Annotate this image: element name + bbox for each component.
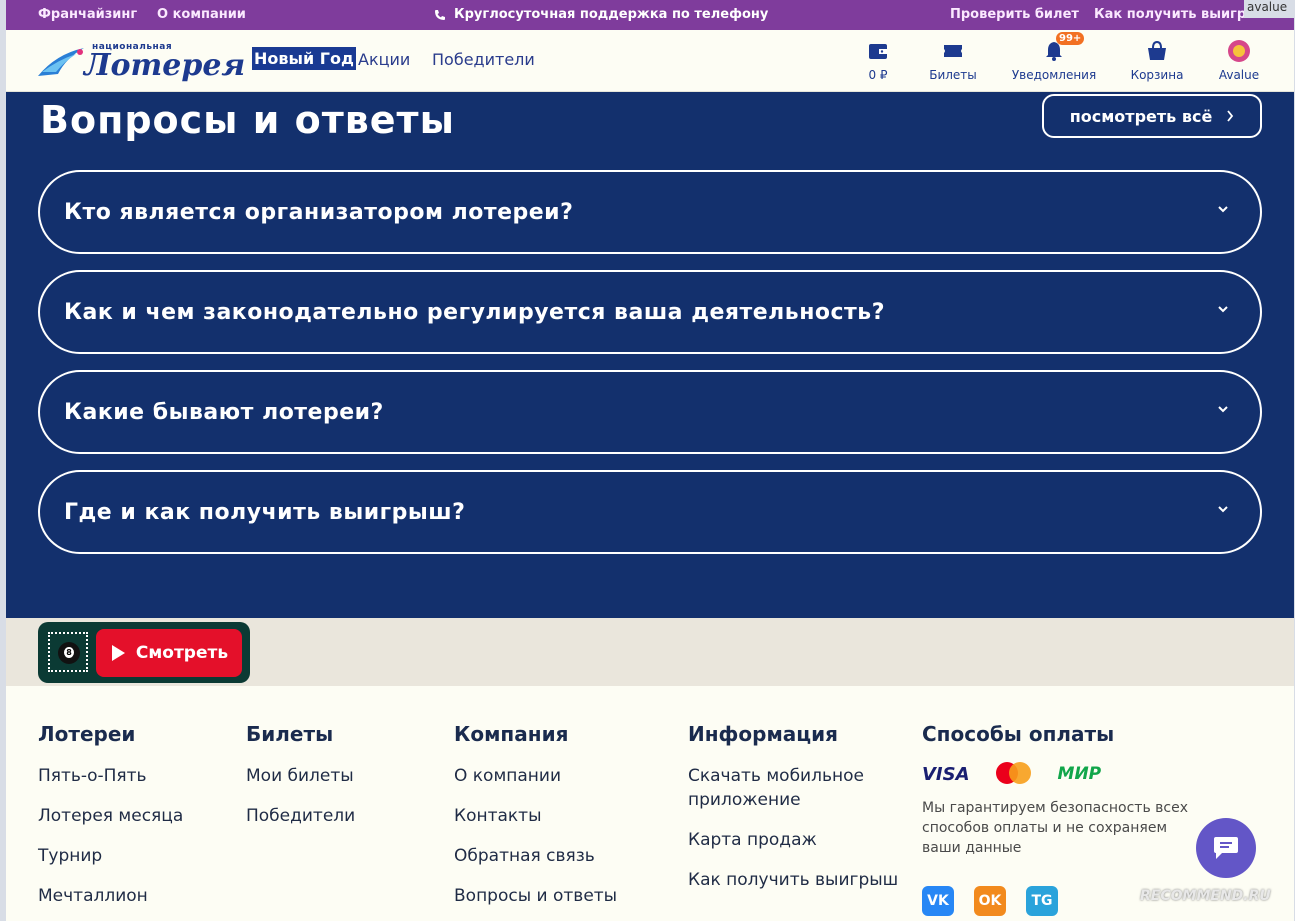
notifications-button[interactable]: 99+ Уведомления xyxy=(1009,32,1099,82)
watermark-recommend: RECOMMEND.RU xyxy=(1140,888,1271,904)
footer-heading: Лотереи xyxy=(38,722,136,746)
chat-button[interactable] xyxy=(1196,818,1256,878)
chat-icon xyxy=(1214,837,1238,859)
watch-label: Смотреть xyxy=(135,643,229,663)
chevron-right-icon xyxy=(1227,110,1234,122)
faq-question-4[interactable]: Где и как получить выигрыш? xyxy=(38,470,1262,554)
visa-icon: VISA xyxy=(922,763,970,785)
cart-label: Корзина xyxy=(1130,68,1184,82)
ball-stamp-icon xyxy=(48,632,88,672)
footer-link[interactable]: Победители xyxy=(246,804,355,828)
check-ticket-link[interactable]: Проверить билет xyxy=(950,7,1079,22)
notifications-label: Уведомления xyxy=(1011,68,1097,82)
nav-promotions[interactable]: Акции xyxy=(358,50,410,69)
page: Франчайзинг О компании Круглосуточная по… xyxy=(6,0,1294,921)
watch-button[interactable]: Смотреть xyxy=(96,629,242,677)
balance-label: 0 ₽ xyxy=(868,68,888,82)
nav-winners[interactable]: Победители xyxy=(432,50,535,69)
logo-text: Лотерея xyxy=(84,48,246,83)
comet-icon xyxy=(38,48,84,76)
faq-section: Вопросы и ответы посмотреть всё Кто явля… xyxy=(6,92,1294,618)
tickets-label: Билеты xyxy=(929,68,977,82)
tickets-button[interactable]: Билеты xyxy=(908,40,998,82)
footer-col-tickets: Билеты Мои билеты Победители xyxy=(246,722,355,844)
user-label: Avalue xyxy=(1218,68,1260,82)
nav-new-year[interactable]: Новый Год xyxy=(252,47,356,70)
top-bar: Франчайзинг О компании Круглосуточная по… xyxy=(6,0,1294,30)
avatar-icon xyxy=(1228,40,1250,62)
footer-heading: Компания xyxy=(454,722,569,746)
faq-question-1[interactable]: Кто является организатором лотереи? xyxy=(38,170,1262,254)
broadcast-strip: Смотреть xyxy=(6,618,1294,686)
footer-col-info: Информация Скачать мобильное приложение … xyxy=(688,722,898,908)
footer: Лотереи Пять-о-Пять Лотерея месяца Турни… xyxy=(6,686,1294,921)
wallet-icon xyxy=(869,44,887,59)
franchise-link[interactable]: Франчайзинг xyxy=(38,7,137,22)
logo[interactable]: национальная Лотерея xyxy=(36,38,245,84)
footer-col-company: Компания О компании Контакты Обратная св… xyxy=(454,722,617,921)
social-links: VK OK TG xyxy=(922,886,1058,916)
footer-link[interactable]: Пять-о-Пять xyxy=(38,764,183,788)
mir-icon: МИР xyxy=(1057,764,1102,784)
vk-icon[interactable]: VK xyxy=(922,886,954,916)
ticket-icon xyxy=(944,45,962,57)
chevron-down-icon xyxy=(1218,306,1228,313)
chevron-down-icon xyxy=(1218,406,1228,413)
chevron-down-icon xyxy=(1218,206,1228,213)
footer-link[interactable]: Контакты xyxy=(454,804,617,828)
faq-question-text: Кто является организатором лотереи? xyxy=(64,200,574,225)
notifications-badge: 99+ xyxy=(1056,32,1085,45)
support-phone-link[interactable]: Круглосуточная поддержка по телефону xyxy=(434,7,768,22)
basket-icon xyxy=(1148,40,1166,60)
footer-heading: Билеты xyxy=(246,722,334,746)
faq-question-text: Где и как получить выигрыш? xyxy=(64,500,466,525)
footer-heading: Способы оплаты xyxy=(922,722,1115,746)
faq-title: Вопросы и ответы xyxy=(40,98,455,142)
footer-link[interactable]: Скачать мобильное приложение xyxy=(688,764,888,812)
footer-link[interactable]: Турнир xyxy=(38,844,183,868)
watermark-avalue: avalue xyxy=(1244,0,1295,18)
cart-button[interactable]: Корзина xyxy=(1112,40,1202,82)
faq-question-2[interactable]: Как и чем законодательно регулируется ва… xyxy=(38,270,1262,354)
ok-icon[interactable]: OK xyxy=(974,886,1006,916)
view-all-label: посмотреть всё xyxy=(1069,106,1213,126)
footer-link[interactable]: Как получить выигрыш xyxy=(688,868,898,892)
footer-col-lotteries: Лотереи Пять-о-Пять Лотерея месяца Турни… xyxy=(38,722,183,921)
payment-icons: VISA МИР xyxy=(922,762,1192,786)
faq-question-text: Какие бывают лотереи? xyxy=(64,400,384,425)
footer-link[interactable]: Мечталлион xyxy=(38,884,183,908)
footer-link[interactable]: Лотерея месяца xyxy=(38,804,183,828)
profile-button[interactable]: Avalue xyxy=(1194,40,1284,82)
header: национальная Лотерея Новый Год Акции Поб… xyxy=(6,30,1294,92)
faq-question-text: Как и чем законодательно регулируется ва… xyxy=(64,300,885,325)
footer-heading: Информация xyxy=(688,722,838,746)
footer-link[interactable]: Обратная связь xyxy=(454,844,617,868)
payment-note: Мы гарантируем безопасность всех способо… xyxy=(922,800,1188,856)
faq-question-3[interactable]: Какие бывают лотереи? xyxy=(38,370,1262,454)
about-link[interactable]: О компании xyxy=(157,7,246,22)
play-icon xyxy=(111,645,125,661)
mastercard-icon xyxy=(995,762,1032,786)
footer-link[interactable]: Мои билеты xyxy=(246,764,355,788)
support-label: Круглосуточная поддержка по телефону xyxy=(454,7,769,22)
footer-link[interactable]: Карта продаж xyxy=(688,828,898,852)
footer-col-payment: Способы оплаты VISA МИР Мы гарантируем б… xyxy=(922,722,1192,858)
watch-widget: Смотреть xyxy=(38,622,250,683)
phone-icon xyxy=(435,9,445,20)
view-all-button[interactable]: посмотреть всё xyxy=(1042,94,1262,138)
footer-link[interactable]: О компании xyxy=(454,764,617,788)
footer-link[interactable]: Вопросы и ответы xyxy=(454,884,617,908)
chevron-down-icon xyxy=(1218,506,1228,513)
telegram-icon[interactable]: TG xyxy=(1026,886,1058,916)
